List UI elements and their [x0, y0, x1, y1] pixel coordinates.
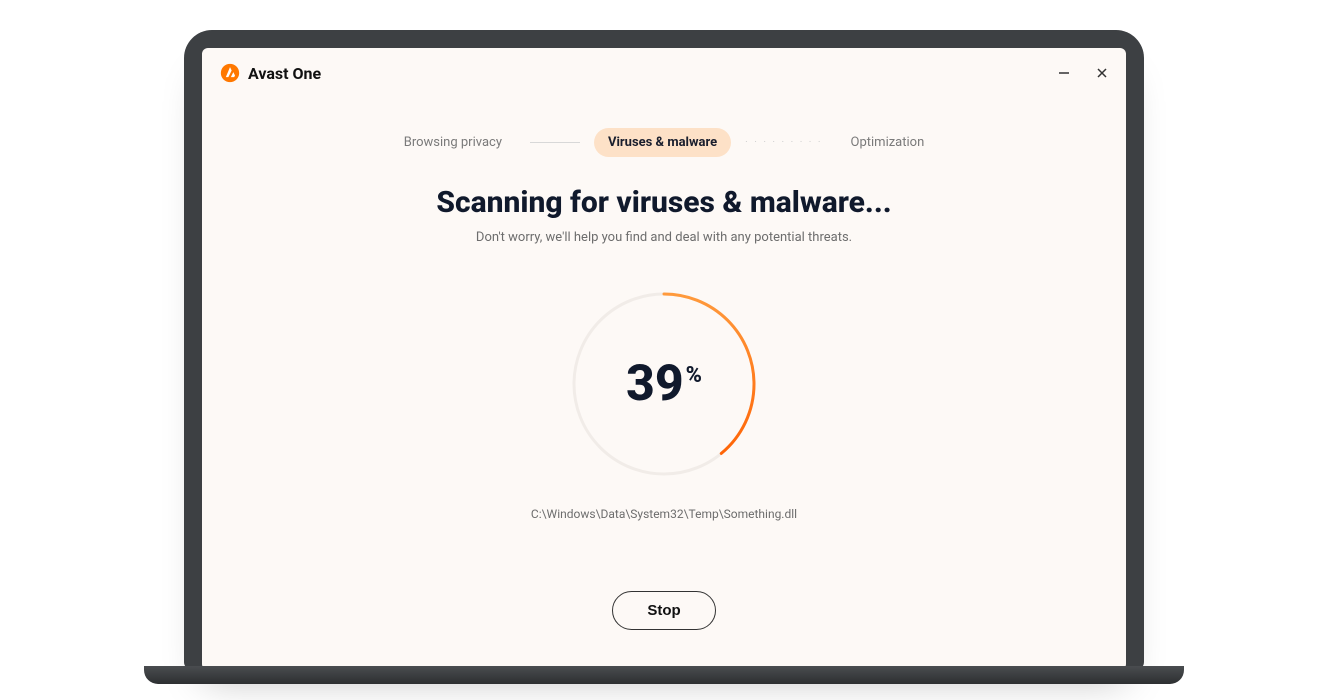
step-connector-dots-icon: · · · · · · · · ·: [745, 137, 822, 148]
step-optimization: Optimization: [837, 128, 939, 157]
progress-ring: 39 %: [569, 289, 759, 479]
laptop-frame: Avast One Browsing privacy Viruses & mal…: [184, 30, 1144, 670]
progress-wrap: 39 %: [202, 289, 1126, 479]
minimize-button[interactable]: [1054, 63, 1074, 83]
current-file-path: C:\Windows\Data\System32\Temp\Something.…: [202, 507, 1126, 521]
actions: Stop: [202, 591, 1126, 630]
progress-percent: 39 %: [569, 289, 759, 479]
progress-value: 39: [626, 359, 684, 409]
step-indicator: Browsing privacy Viruses & malware · · ·…: [202, 128, 1126, 157]
window-controls: [1054, 63, 1112, 83]
app-window: Avast One Browsing privacy Viruses & mal…: [202, 48, 1126, 670]
app-title: Avast One: [248, 64, 321, 83]
percent-symbol: %: [686, 363, 702, 388]
brand: Avast One: [220, 63, 321, 83]
stop-button[interactable]: Stop: [612, 591, 715, 630]
step-browsing-privacy: Browsing privacy: [390, 128, 516, 157]
avast-logo-icon: [220, 63, 240, 83]
close-button[interactable]: [1092, 63, 1112, 83]
titlebar: Avast One: [202, 48, 1126, 98]
page-subtext: Don't worry, we'll help you find and dea…: [202, 230, 1126, 245]
page-heading: Scanning for viruses & malware...: [202, 185, 1126, 220]
laptop-base: [144, 666, 1184, 684]
step-connector-icon: [530, 142, 580, 143]
step-viruses-malware: Viruses & malware: [594, 128, 731, 157]
